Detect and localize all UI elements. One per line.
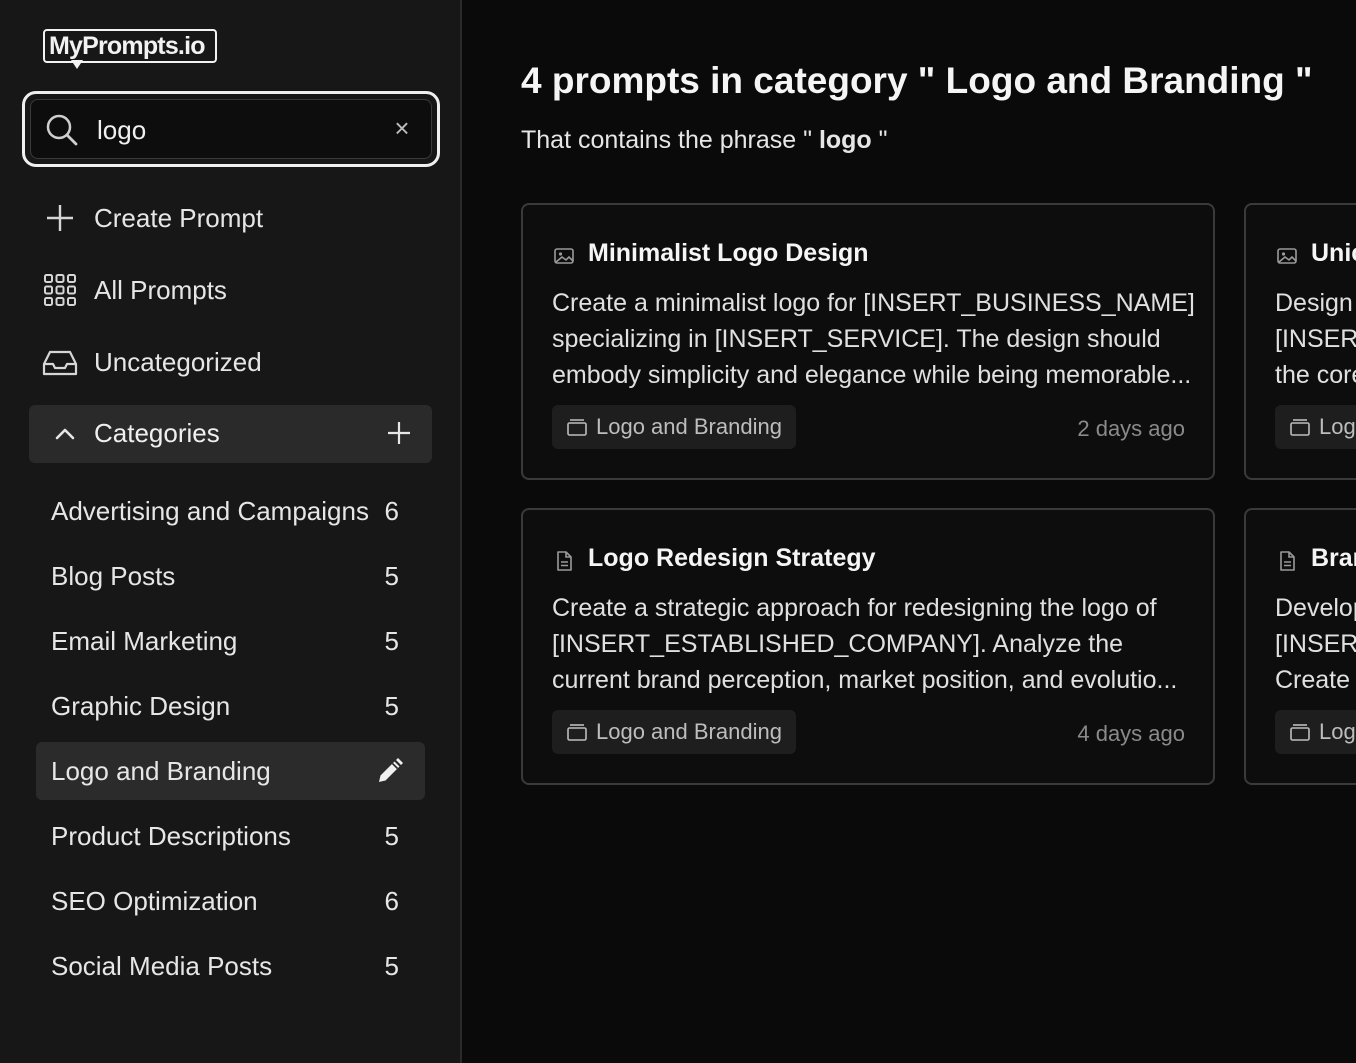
prompt-date: 2 days ago: [1077, 416, 1185, 441]
plus-icon: [47, 205, 73, 231]
category-item-blog-posts[interactable]: Blog Posts 5: [36, 547, 425, 605]
prompt-card[interactable]: Minimalist Logo Design Create a minimali…: [521, 203, 1215, 480]
search-summary: That contains the phrase " logo ": [521, 126, 888, 154]
category-count: 5: [384, 951, 399, 981]
category-item-email-marketing[interactable]: Email Marketing 5: [36, 612, 425, 670]
prompt-date: 4 days ago: [1077, 721, 1185, 746]
prompt-excerpt: Create a strategic approach for redesign…: [552, 594, 1178, 694]
main-content: 4 prompts in category " Logo and Brandin…: [463, 0, 1356, 1063]
prompt-title: Minimalist Logo Design: [588, 239, 869, 267]
category-name: Advertising and Campaigns: [51, 496, 369, 526]
folder-icon: [567, 724, 587, 741]
category-name: Email Marketing: [51, 626, 238, 656]
category-name: SEO Optimization: [51, 886, 258, 916]
image-icon: [554, 248, 574, 264]
category-tag[interactable]: Logo and Branding: [552, 405, 796, 449]
page-title-category: Logo and Branding: [935, 60, 1296, 101]
prompt-excerpt: Develop [INSERT Create: [1275, 594, 1356, 694]
all-prompts-label: All Prompts: [94, 274, 227, 305]
category-tag[interactable]: Logo and Branding: [552, 710, 796, 754]
category-tag[interactable]: Logo: [1275, 710, 1356, 754]
category-name: Social Media Posts: [51, 951, 273, 981]
category-tag-label: Logo: [1319, 719, 1356, 744]
category-tag[interactable]: Logo: [1275, 405, 1356, 449]
prompt-title: Logo Redesign Strategy: [588, 544, 876, 572]
create-prompt-button[interactable]: Create Prompt: [42, 196, 432, 240]
folder-icon: [1290, 724, 1310, 741]
uncategorized-label: Uncategorized: [94, 346, 262, 377]
category-count: 5: [384, 691, 399, 721]
categories-label: Categories: [94, 418, 220, 448]
image-icon: [1277, 248, 1297, 264]
add-category-icon[interactable]: [386, 420, 412, 446]
inbox-icon: [42, 350, 78, 376]
category-item-graphic-design[interactable]: Graphic Design 5: [36, 677, 425, 735]
prompt-excerpt: Create a minimalist logo for [INSERT_BUS…: [552, 289, 1195, 389]
category-name: Blog Posts: [51, 561, 176, 591]
category-count: 5: [384, 561, 399, 591]
category-count: 5: [384, 626, 399, 656]
page-title: 4 prompts in category " Logo and Brandin…: [521, 60, 1313, 101]
prompt-card[interactable]: Unic Design [INSERT the core Logo: [1244, 203, 1356, 480]
search-icon: [46, 114, 78, 146]
logo-text: MyPrompts.io: [49, 32, 206, 60]
prompt-card[interactable]: Logo Redesign Strategy Create a strategi…: [521, 508, 1215, 785]
clear-search-icon[interactable]: ×: [391, 115, 413, 141]
category-count: 6: [384, 496, 399, 526]
category-item-product-descriptions[interactable]: Product Descriptions 5: [36, 807, 425, 865]
search-phrase: logo: [818, 126, 872, 154]
document-icon: [557, 551, 572, 571]
document-icon: [1280, 551, 1295, 571]
category-count: 5: [384, 821, 399, 851]
category-count: 6: [384, 886, 399, 916]
prompt-title: Bran: [1311, 544, 1356, 572]
categories-header[interactable]: Categories: [29, 405, 432, 463]
prompt-card[interactable]: Bran Develop [INSERT Create Logo: [1244, 508, 1356, 785]
category-tag-label: Logo and Branding: [596, 719, 782, 744]
category-item-logo-and-branding[interactable]: Logo and Branding: [36, 742, 425, 800]
create-prompt-label: Create Prompt: [94, 202, 264, 233]
folder-icon: [567, 419, 587, 436]
search-input[interactable]: [97, 109, 367, 151]
category-item-social-media-posts[interactable]: Social Media Posts 5: [36, 937, 425, 995]
prompt-title: Unic: [1311, 239, 1356, 267]
search-box: ×: [22, 91, 440, 167]
category-item-seo-optimization[interactable]: SEO Optimization 6: [36, 872, 425, 930]
sidebar: MyPrompts.io × Create Prompt All Pro: [0, 0, 462, 1063]
chevron-up-icon[interactable]: [51, 420, 79, 448]
category-item-advertising[interactable]: Advertising and Campaigns 6: [36, 482, 425, 540]
prompt-excerpt: Design [INSERT the core: [1275, 289, 1356, 389]
folder-icon: [1290, 419, 1310, 436]
category-tag-label: Logo and Branding: [596, 414, 782, 439]
category-name: Product Descriptions: [51, 821, 291, 851]
all-prompts-button[interactable]: All Prompts: [42, 268, 432, 312]
grid-icon: [44, 274, 76, 306]
pencil-icon[interactable]: [375, 756, 405, 786]
uncategorized-button[interactable]: Uncategorized: [42, 340, 432, 384]
category-name: Graphic Design: [51, 691, 231, 721]
category-name: Logo and Branding: [51, 756, 271, 786]
app-logo[interactable]: MyPrompts.io: [43, 29, 217, 69]
category-tag-label: Logo: [1319, 414, 1356, 439]
